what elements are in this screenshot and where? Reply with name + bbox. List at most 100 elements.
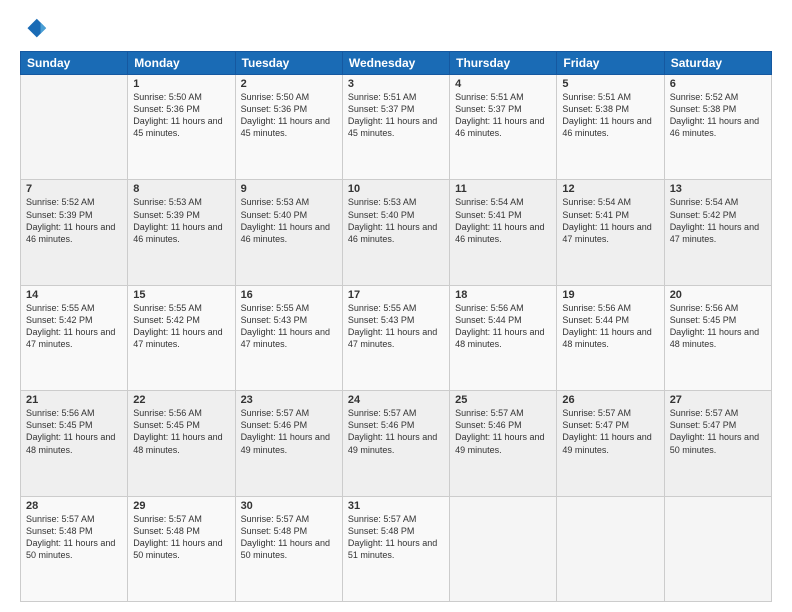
day-info: Sunrise: 5:53 AM Sunset: 5:40 PM Dayligh… [241, 196, 337, 245]
day-number: 31 [348, 500, 444, 512]
day-info: Sunrise: 5:55 AM Sunset: 5:42 PM Dayligh… [133, 302, 229, 351]
day-info: Sunrise: 5:56 AM Sunset: 5:44 PM Dayligh… [455, 302, 551, 351]
day-info: Sunrise: 5:57 AM Sunset: 5:46 PM Dayligh… [241, 407, 337, 456]
calendar-day-cell: 28Sunrise: 5:57 AM Sunset: 5:48 PM Dayli… [21, 496, 128, 601]
header [20, 15, 772, 43]
day-number: 27 [670, 394, 766, 406]
day-info: Sunrise: 5:54 AM Sunset: 5:41 PM Dayligh… [455, 196, 551, 245]
day-info: Sunrise: 5:56 AM Sunset: 5:45 PM Dayligh… [133, 407, 229, 456]
weekday-header: Tuesday [235, 52, 342, 75]
weekday-header: Thursday [450, 52, 557, 75]
logo-icon [20, 15, 48, 43]
day-info: Sunrise: 5:57 AM Sunset: 5:47 PM Dayligh… [670, 407, 766, 456]
day-number: 18 [455, 289, 551, 301]
day-number: 25 [455, 394, 551, 406]
calendar-day-cell: 23Sunrise: 5:57 AM Sunset: 5:46 PM Dayli… [235, 391, 342, 496]
day-number: 21 [26, 394, 122, 406]
day-number: 13 [670, 183, 766, 195]
day-info: Sunrise: 5:53 AM Sunset: 5:39 PM Dayligh… [133, 196, 229, 245]
calendar-day-cell: 26Sunrise: 5:57 AM Sunset: 5:47 PM Dayli… [557, 391, 664, 496]
day-info: Sunrise: 5:57 AM Sunset: 5:47 PM Dayligh… [562, 407, 658, 456]
day-number: 19 [562, 289, 658, 301]
calendar-day-cell: 12Sunrise: 5:54 AM Sunset: 5:41 PM Dayli… [557, 180, 664, 285]
calendar-day-cell: 6Sunrise: 5:52 AM Sunset: 5:38 PM Daylig… [664, 75, 771, 180]
day-number: 22 [133, 394, 229, 406]
weekday-header: Friday [557, 52, 664, 75]
day-number: 10 [348, 183, 444, 195]
day-info: Sunrise: 5:57 AM Sunset: 5:46 PM Dayligh… [348, 407, 444, 456]
calendar-day-cell: 18Sunrise: 5:56 AM Sunset: 5:44 PM Dayli… [450, 285, 557, 390]
day-number: 28 [26, 500, 122, 512]
day-number: 4 [455, 78, 551, 90]
weekday-header: Sunday [21, 52, 128, 75]
calendar-body: 1Sunrise: 5:50 AM Sunset: 5:36 PM Daylig… [21, 75, 772, 602]
weekday-header: Saturday [664, 52, 771, 75]
calendar-day-cell: 9Sunrise: 5:53 AM Sunset: 5:40 PM Daylig… [235, 180, 342, 285]
calendar-day-cell: 14Sunrise: 5:55 AM Sunset: 5:42 PM Dayli… [21, 285, 128, 390]
logo [20, 15, 52, 43]
calendar-day-cell: 16Sunrise: 5:55 AM Sunset: 5:43 PM Dayli… [235, 285, 342, 390]
day-info: Sunrise: 5:53 AM Sunset: 5:40 PM Dayligh… [348, 196, 444, 245]
calendar-day-cell: 31Sunrise: 5:57 AM Sunset: 5:48 PM Dayli… [342, 496, 449, 601]
day-number: 6 [670, 78, 766, 90]
calendar-day-cell: 22Sunrise: 5:56 AM Sunset: 5:45 PM Dayli… [128, 391, 235, 496]
calendar-day-cell: 8Sunrise: 5:53 AM Sunset: 5:39 PM Daylig… [128, 180, 235, 285]
calendar-day-cell [21, 75, 128, 180]
calendar-day-cell: 21Sunrise: 5:56 AM Sunset: 5:45 PM Dayli… [21, 391, 128, 496]
calendar-day-cell: 27Sunrise: 5:57 AM Sunset: 5:47 PM Dayli… [664, 391, 771, 496]
calendar-day-cell: 11Sunrise: 5:54 AM Sunset: 5:41 PM Dayli… [450, 180, 557, 285]
day-number: 2 [241, 78, 337, 90]
day-info: Sunrise: 5:56 AM Sunset: 5:45 PM Dayligh… [26, 407, 122, 456]
weekday-header: Wednesday [342, 52, 449, 75]
calendar-day-cell [557, 496, 664, 601]
calendar-week-row: 21Sunrise: 5:56 AM Sunset: 5:45 PM Dayli… [21, 391, 772, 496]
calendar-day-cell [450, 496, 557, 601]
calendar-day-cell: 3Sunrise: 5:51 AM Sunset: 5:37 PM Daylig… [342, 75, 449, 180]
calendar-day-cell: 1Sunrise: 5:50 AM Sunset: 5:36 PM Daylig… [128, 75, 235, 180]
calendar-day-cell: 17Sunrise: 5:55 AM Sunset: 5:43 PM Dayli… [342, 285, 449, 390]
day-number: 24 [348, 394, 444, 406]
calendar-header: SundayMondayTuesdayWednesdayThursdayFrid… [21, 52, 772, 75]
calendar-day-cell: 15Sunrise: 5:55 AM Sunset: 5:42 PM Dayli… [128, 285, 235, 390]
day-number: 20 [670, 289, 766, 301]
day-number: 5 [562, 78, 658, 90]
calendar-day-cell: 10Sunrise: 5:53 AM Sunset: 5:40 PM Dayli… [342, 180, 449, 285]
day-info: Sunrise: 5:57 AM Sunset: 5:46 PM Dayligh… [455, 407, 551, 456]
calendar-week-row: 28Sunrise: 5:57 AM Sunset: 5:48 PM Dayli… [21, 496, 772, 601]
day-number: 16 [241, 289, 337, 301]
day-info: Sunrise: 5:57 AM Sunset: 5:48 PM Dayligh… [26, 513, 122, 562]
calendar-day-cell: 13Sunrise: 5:54 AM Sunset: 5:42 PM Dayli… [664, 180, 771, 285]
day-number: 26 [562, 394, 658, 406]
day-number: 30 [241, 500, 337, 512]
calendar-week-row: 1Sunrise: 5:50 AM Sunset: 5:36 PM Daylig… [21, 75, 772, 180]
day-info: Sunrise: 5:54 AM Sunset: 5:41 PM Dayligh… [562, 196, 658, 245]
day-info: Sunrise: 5:55 AM Sunset: 5:43 PM Dayligh… [241, 302, 337, 351]
page: SundayMondayTuesdayWednesdayThursdayFrid… [0, 0, 792, 612]
calendar-day-cell: 19Sunrise: 5:56 AM Sunset: 5:44 PM Dayli… [557, 285, 664, 390]
day-info: Sunrise: 5:50 AM Sunset: 5:36 PM Dayligh… [241, 91, 337, 140]
day-number: 3 [348, 78, 444, 90]
day-number: 14 [26, 289, 122, 301]
weekday-row: SundayMondayTuesdayWednesdayThursdayFrid… [21, 52, 772, 75]
day-info: Sunrise: 5:55 AM Sunset: 5:43 PM Dayligh… [348, 302, 444, 351]
day-number: 11 [455, 183, 551, 195]
calendar-day-cell: 5Sunrise: 5:51 AM Sunset: 5:38 PM Daylig… [557, 75, 664, 180]
calendar-day-cell: 2Sunrise: 5:50 AM Sunset: 5:36 PM Daylig… [235, 75, 342, 180]
calendar-day-cell: 29Sunrise: 5:57 AM Sunset: 5:48 PM Dayli… [128, 496, 235, 601]
day-info: Sunrise: 5:52 AM Sunset: 5:38 PM Dayligh… [670, 91, 766, 140]
calendar-week-row: 7Sunrise: 5:52 AM Sunset: 5:39 PM Daylig… [21, 180, 772, 285]
calendar-day-cell: 20Sunrise: 5:56 AM Sunset: 5:45 PM Dayli… [664, 285, 771, 390]
day-info: Sunrise: 5:56 AM Sunset: 5:45 PM Dayligh… [670, 302, 766, 351]
day-info: Sunrise: 5:57 AM Sunset: 5:48 PM Dayligh… [348, 513, 444, 562]
calendar-day-cell: 30Sunrise: 5:57 AM Sunset: 5:48 PM Dayli… [235, 496, 342, 601]
day-info: Sunrise: 5:52 AM Sunset: 5:39 PM Dayligh… [26, 196, 122, 245]
day-number: 12 [562, 183, 658, 195]
calendar-day-cell: 24Sunrise: 5:57 AM Sunset: 5:46 PM Dayli… [342, 391, 449, 496]
day-number: 29 [133, 500, 229, 512]
day-number: 23 [241, 394, 337, 406]
day-number: 9 [241, 183, 337, 195]
calendar-day-cell: 4Sunrise: 5:51 AM Sunset: 5:37 PM Daylig… [450, 75, 557, 180]
day-info: Sunrise: 5:56 AM Sunset: 5:44 PM Dayligh… [562, 302, 658, 351]
day-number: 15 [133, 289, 229, 301]
day-info: Sunrise: 5:50 AM Sunset: 5:36 PM Dayligh… [133, 91, 229, 140]
